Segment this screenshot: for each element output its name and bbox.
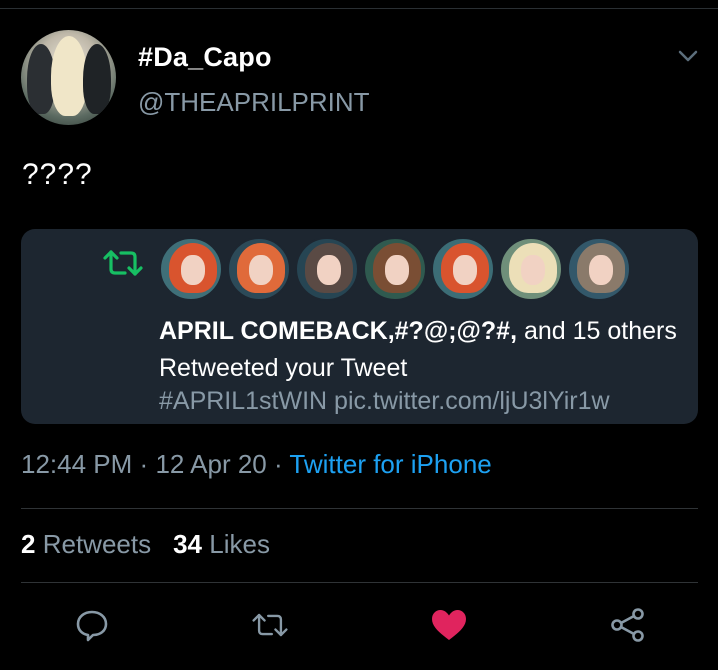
retweeter-avatar[interactable] <box>295 237 359 301</box>
reply-button[interactable] <box>70 605 114 645</box>
meta-separator: · <box>273 449 283 479</box>
share-button[interactable] <box>606 605 650 645</box>
like-button[interactable] <box>427 605 471 645</box>
top-divider <box>0 0 718 9</box>
retweets-label: Retweets <box>42 529 152 559</box>
retweet-notification-text: APRIL COMEBACK,#?@;@?#, and 15 others Re… <box>159 313 679 387</box>
likes-stat[interactable]: 34 Likes <box>173 529 270 559</box>
display-name[interactable]: #Da_Capo <box>138 42 272 73</box>
tweet-date[interactable]: 12 Apr 20 <box>155 449 266 479</box>
chevron-down-icon[interactable] <box>676 46 700 66</box>
retweet-icon <box>103 250 143 276</box>
retweet-icon <box>252 613 288 637</box>
avatar-figure-center <box>51 36 87 116</box>
likes-label: Likes <box>209 529 270 559</box>
retweet-notification-card[interactable]: APRIL COMEBACK,#?@;@?#, and 15 others Re… <box>21 229 698 424</box>
retweeter-avatar[interactable] <box>499 237 563 301</box>
avatar[interactable] <box>21 30 116 125</box>
tweet-source[interactable]: Twitter for iPhone <box>289 449 491 479</box>
handle[interactable]: @THEAPRILPRINT <box>138 87 370 118</box>
retweeter-avatar[interactable] <box>567 237 631 301</box>
retweeter-avatar[interactable] <box>159 237 223 301</box>
retweeter-avatar[interactable] <box>227 237 291 301</box>
retweeter-avatar[interactable] <box>431 237 495 301</box>
retweeter-avatars <box>159 237 635 301</box>
heart-icon <box>432 610 466 640</box>
reply-icon <box>76 610 108 642</box>
tweet-text: ???? <box>22 158 93 191</box>
tweet-meta: 12:44 PM · 12 Apr 20 · Twitter for iPhon… <box>21 449 492 480</box>
retweeter-names: APRIL COMEBACK,#?@;@?#, <box>159 317 518 345</box>
meta-separator: · <box>139 449 149 479</box>
retweets-count: 2 <box>21 529 36 559</box>
retweet-button[interactable] <box>248 605 292 645</box>
retweets-stat[interactable]: 2 Retweets <box>21 529 151 559</box>
avatar-figure-right <box>83 44 111 114</box>
tweet-stats: 2 Retweets 34 Likes <box>21 529 270 560</box>
divider <box>21 582 698 583</box>
tweet-time[interactable]: 12:44 PM <box>21 449 132 479</box>
likes-count: 34 <box>173 529 203 559</box>
share-icon <box>611 608 644 642</box>
retweeter-avatar[interactable] <box>363 237 427 301</box>
quoted-tweet-link[interactable]: #APRIL1stWIN pic.twitter.com/ljU3lYir1w <box>159 387 610 416</box>
divider <box>21 508 698 509</box>
